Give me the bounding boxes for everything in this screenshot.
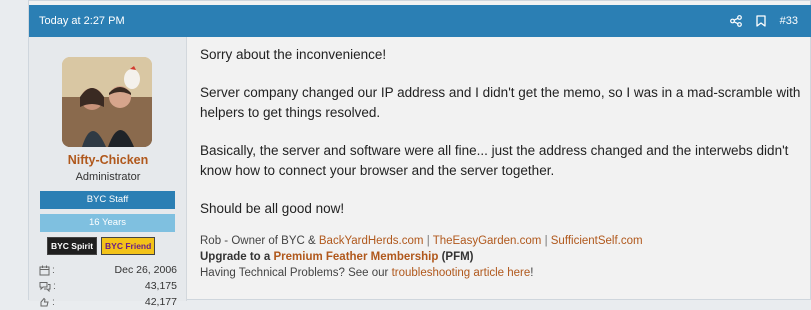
bookmark-icon[interactable]	[755, 15, 766, 27]
stat-value: 43,175	[144, 280, 177, 292]
post-timestamp[interactable]: Today at 2:27 PM	[39, 15, 125, 27]
stat-value: 42,177	[144, 296, 177, 308]
separator: |	[544, 235, 548, 247]
stat-messages: : 43,175	[39, 278, 177, 294]
avatar[interactable]	[62, 57, 152, 147]
stat-joined: : Dec 26, 2006	[39, 262, 177, 278]
user-badges: BYC Spirit BYC Friend	[47, 237, 156, 255]
user-panel: Nifty-Chicken Administrator BYC Staff 16…	[29, 37, 187, 308]
theeasygarden-link[interactable]: TheEasyGarden.com	[433, 235, 542, 247]
pfm-text: (PFM)	[438, 251, 474, 263]
user-title: Administrator	[75, 171, 141, 183]
messages-icon: :	[39, 280, 56, 292]
reactions-icon: :	[39, 296, 55, 308]
backyardherds-link[interactable]: BackYardHerds.com	[319, 235, 424, 247]
tech-problems-text: Having Technical Problems? See our	[200, 267, 392, 279]
username[interactable]: Nifty-Chicken	[29, 153, 187, 167]
upgrade-text: Upgrade to a	[200, 251, 274, 263]
post-header: Today at 2:27 PM #33	[29, 5, 811, 37]
calendar-icon: :	[39, 264, 55, 276]
premium-membership-link[interactable]: Premium Feather Membership	[273, 251, 438, 263]
stat-reactions: : 42,177	[39, 294, 177, 310]
exclamation-text: !	[530, 267, 534, 279]
forum-post: Today at 2:27 PM #33 Nifty-Chicken Admin…	[28, 0, 811, 308]
years-banner: 16 Years	[40, 214, 175, 232]
badge-spirit: BYC Spirit	[47, 237, 98, 255]
message-paragraph: Sorry about the inconvenience!	[200, 47, 387, 62]
signature-line-1: Rob - Owner of BYC & BackYardHerds.com |…	[200, 233, 805, 249]
stat-value: Dec 26, 2006	[114, 264, 177, 276]
share-icon[interactable]	[729, 15, 742, 27]
message-paragraph: Should be all good now!	[200, 201, 345, 216]
troubleshooting-link[interactable]: troubleshooting article here	[392, 267, 531, 279]
staff-banner: BYC Staff	[40, 191, 175, 209]
message-paragraph: Server company changed our IP address an…	[200, 85, 801, 120]
signature: Rob - Owner of BYC & BackYardHerds.com |…	[200, 233, 805, 281]
message-body: Sorry about the inconvenience! Server co…	[200, 37, 805, 219]
signature-line-2: Upgrade to a Premium Feather Membership …	[200, 249, 805, 265]
signature-owner-text: Rob - Owner of BYC &	[200, 235, 319, 247]
signature-line-3: Having Technical Problems? See our troub…	[200, 265, 805, 281]
sufficientself-link[interactable]: SufficientSelf.com	[551, 235, 643, 247]
message-paragraph: Basically, the server and software were …	[200, 143, 789, 178]
badge-friend: BYC Friend	[101, 237, 156, 255]
post-actions: #33	[729, 15, 798, 27]
separator: |	[426, 235, 430, 247]
post-number-link[interactable]: #33	[780, 15, 798, 27]
